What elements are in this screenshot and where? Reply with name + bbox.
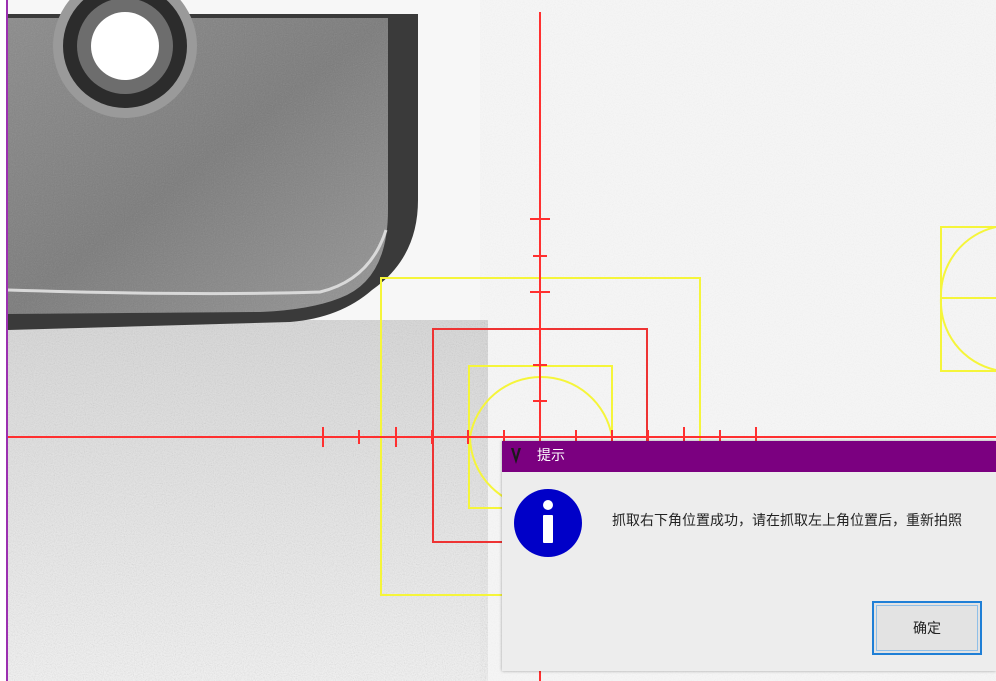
viewer-border [6,0,8,681]
info-dialog: 提示 抓取右下角位置成功，请在抓取左上角位置后，重新拍照 确定 [502,441,996,671]
dialog-titlebar[interactable]: 提示 [502,441,996,472]
ok-button[interactable]: 确定 [872,601,982,655]
dialog-message: 抓取右下角位置成功，请在抓取左上角位置后，重新拍照 [612,513,962,529]
app-v-logo-icon [511,448,521,464]
info-icon [514,489,582,557]
dialog-title: 提示 [537,448,565,464]
